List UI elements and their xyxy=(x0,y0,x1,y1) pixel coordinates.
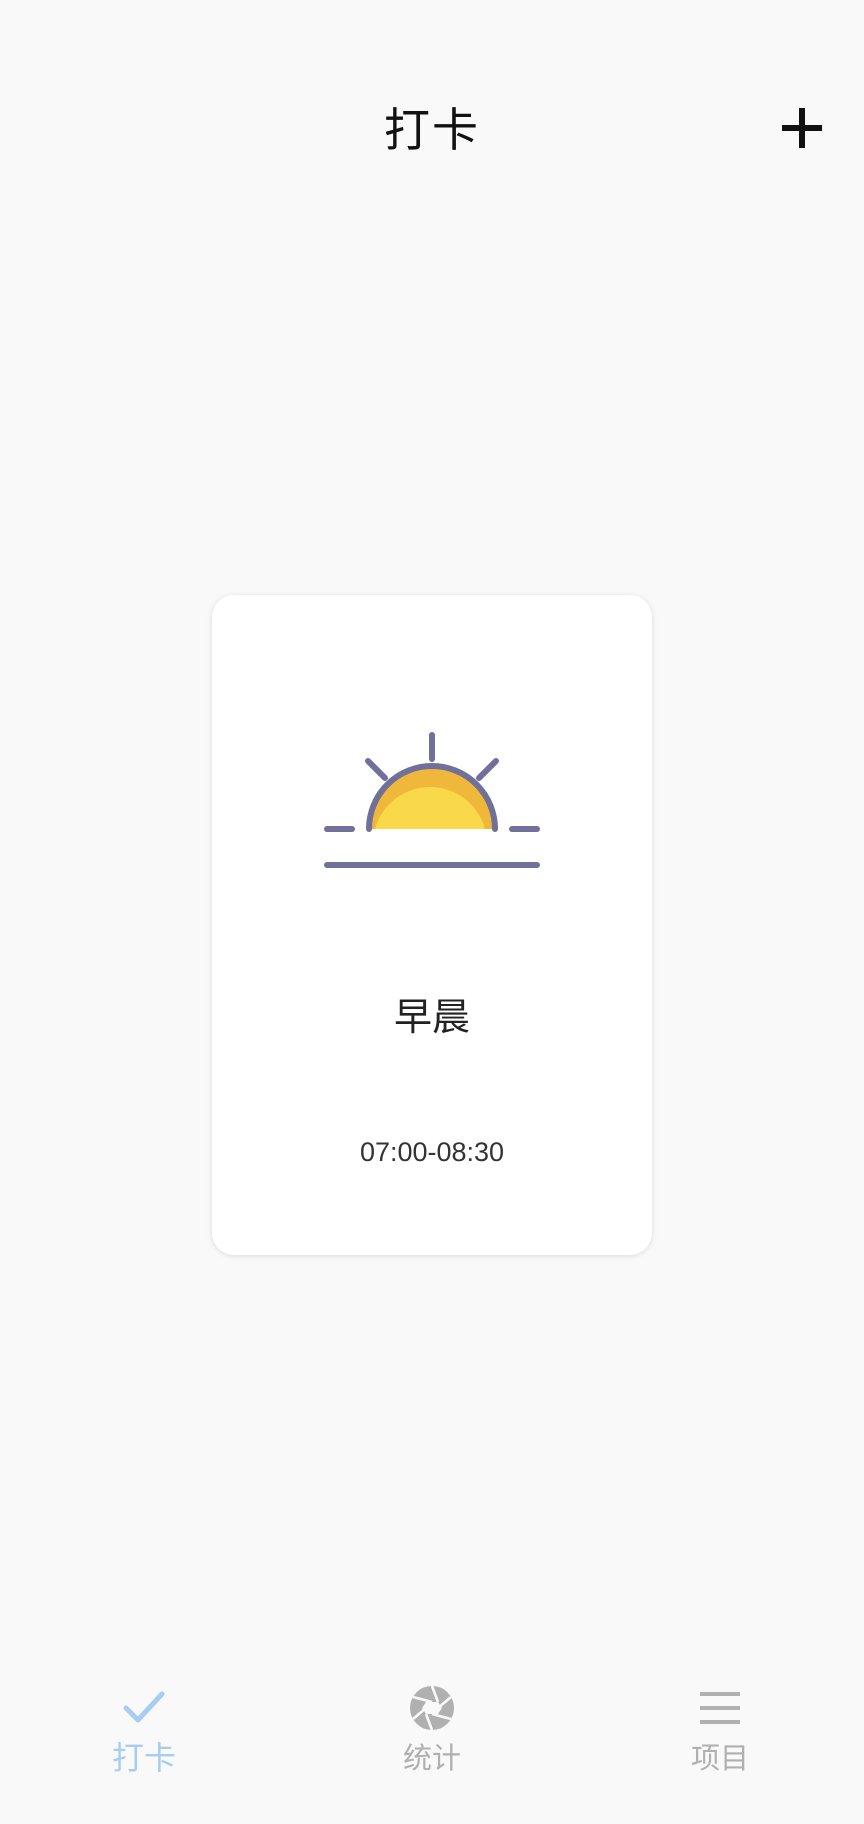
bottom-tab-bar: 打卡 统计 项目 xyxy=(0,1660,864,1824)
card-title: 早晨 xyxy=(393,995,470,1039)
sunrise-icon xyxy=(324,732,540,868)
header-bar: 打卡 xyxy=(0,0,864,260)
menu-lines-icon xyxy=(700,1692,740,1724)
tab-projects[interactable]: 项目 xyxy=(576,1660,864,1824)
tab-label: 打卡 xyxy=(111,1739,176,1777)
checkin-card-morning[interactable]: 早晨 07:00-08:30 xyxy=(212,595,652,1255)
tab-statistics[interactable]: 统计 xyxy=(288,1660,576,1824)
plus-icon xyxy=(782,108,822,148)
tab-checkin[interactable]: 打卡 xyxy=(0,1660,288,1824)
page-title: 打卡 xyxy=(384,103,480,157)
tab-label: 项目 xyxy=(690,1741,749,1775)
card-time-range: 07:00-08:30 xyxy=(359,1137,505,1167)
tab-label: 统计 xyxy=(402,1741,461,1775)
check-icon xyxy=(123,1691,165,1723)
add-button[interactable] xyxy=(770,96,834,160)
aperture-icon xyxy=(410,1685,454,1731)
app-screen: 打卡 早晨 07:00-08:30 打卡 统计 项目 xyxy=(0,0,864,1824)
